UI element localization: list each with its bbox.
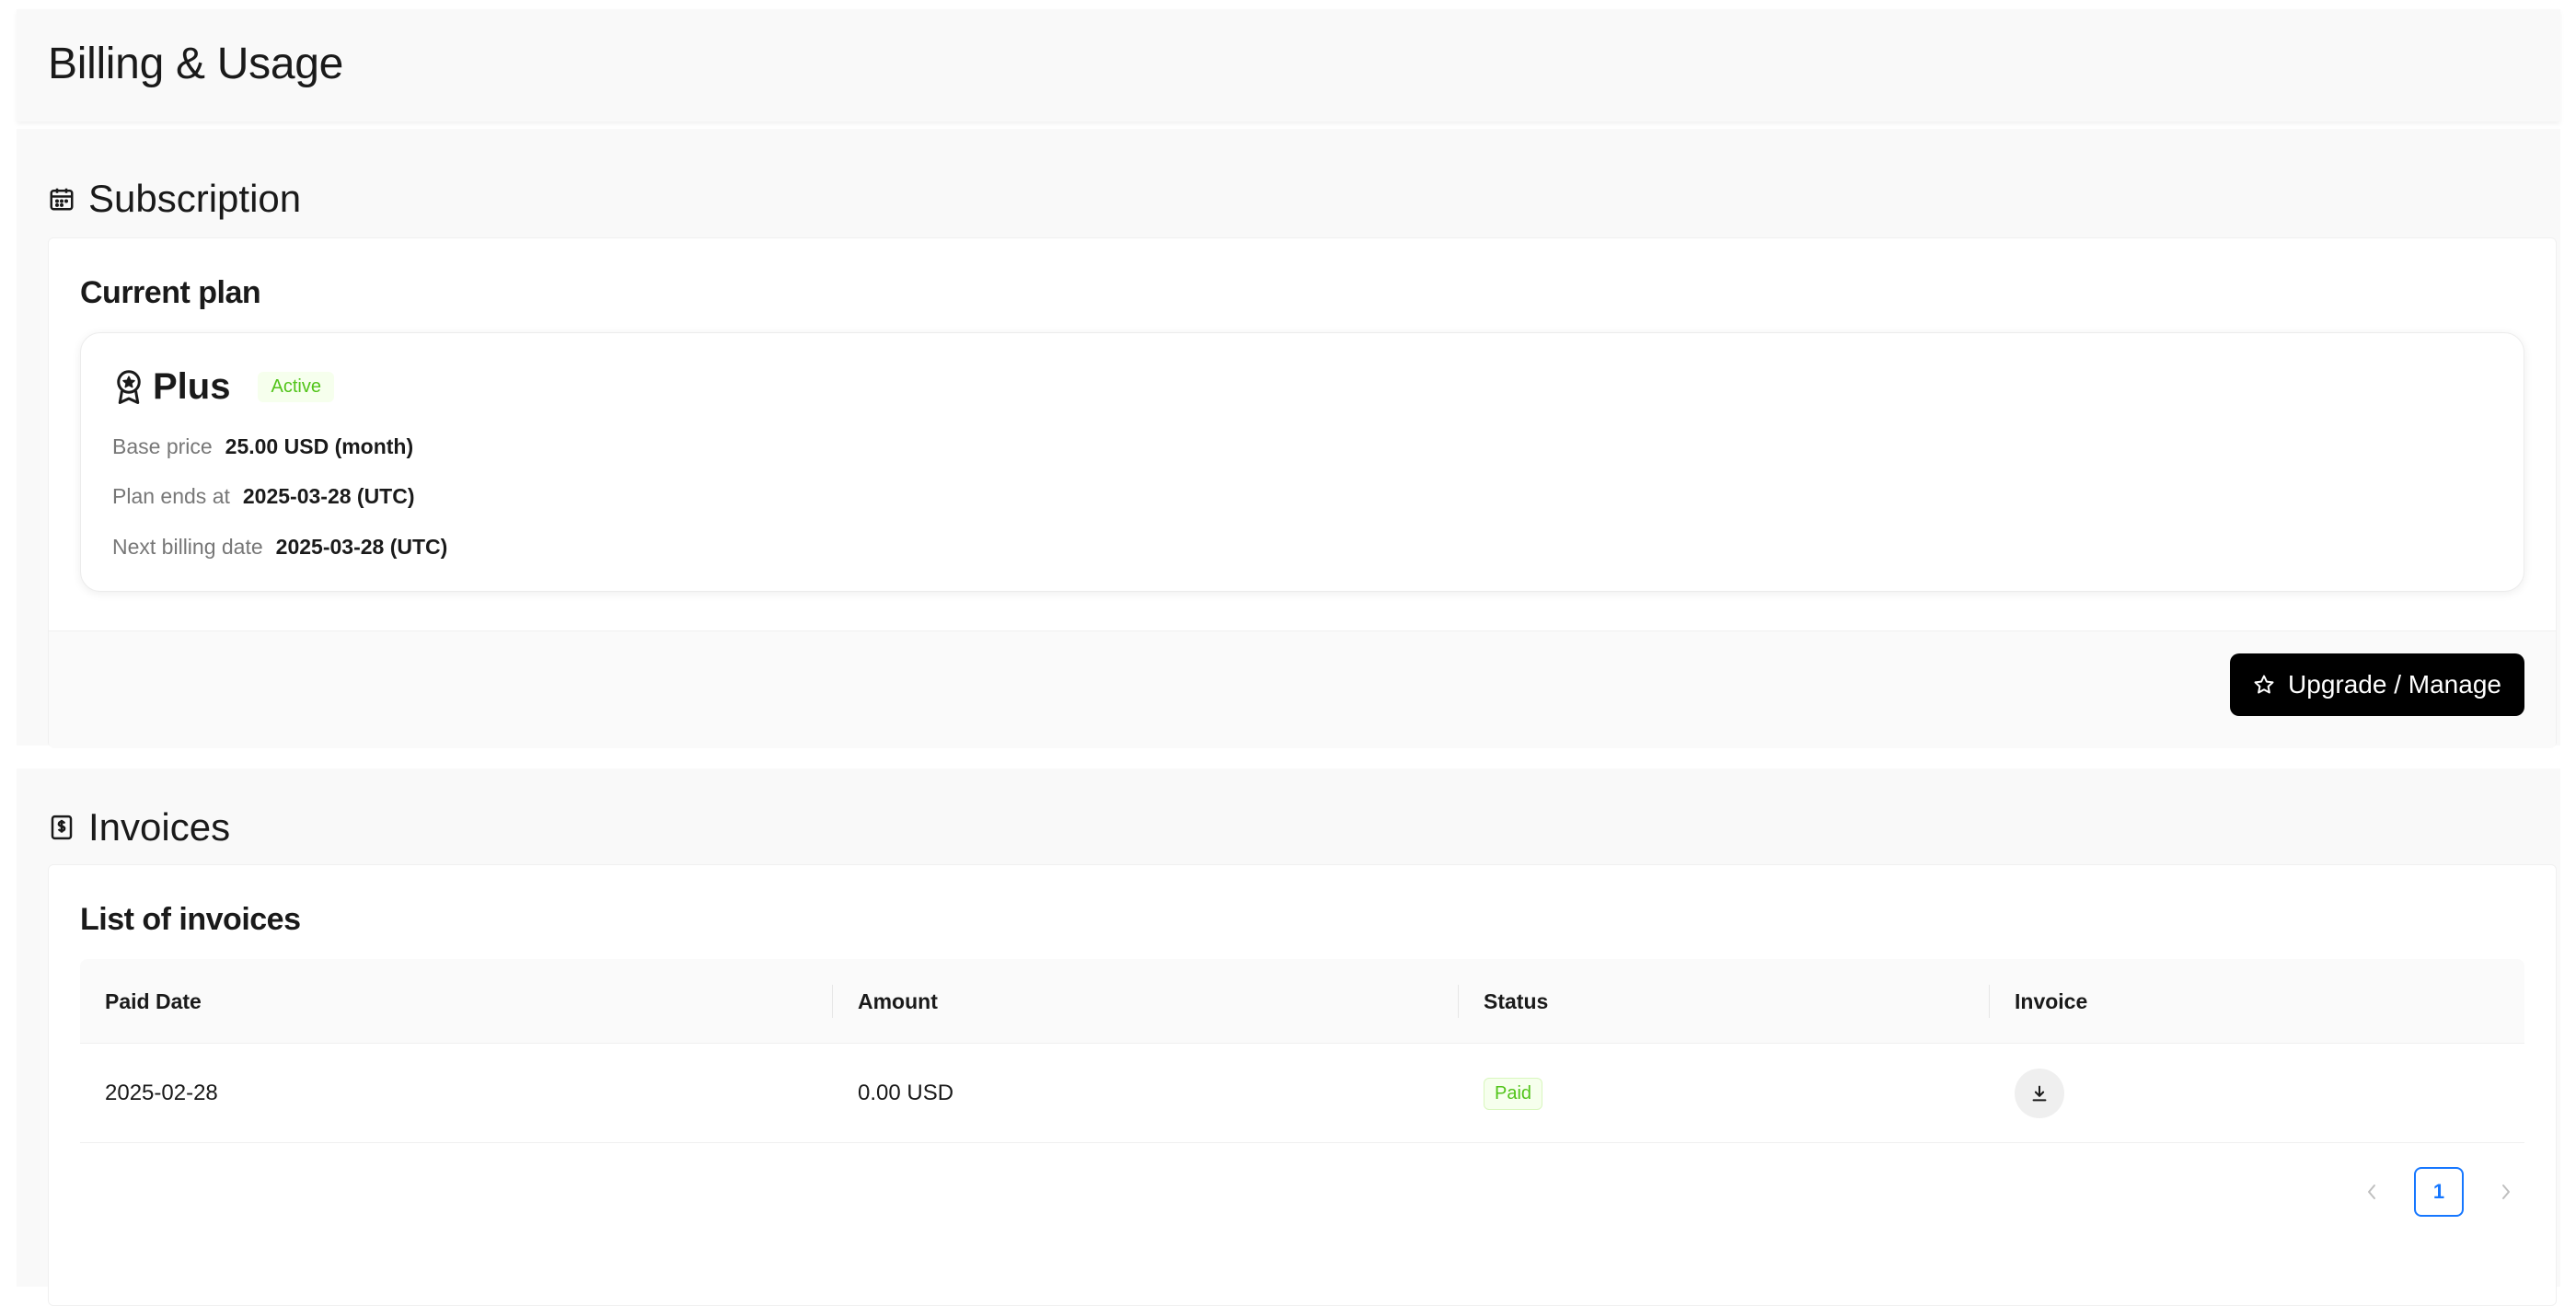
col-paid-date: Paid Date: [105, 988, 202, 1013]
invoices-list-title: List of invoices: [80, 902, 301, 937]
subscription-title: Subscription: [88, 177, 302, 220]
plan-box: Plus Active Base price 25.00 USD (month)…: [80, 332, 2524, 592]
table-row: 2025-02-28 0.00 USD Paid: [80, 1044, 2524, 1143]
current-plan-card: Current plan Plus Active Base price 25.0…: [48, 237, 2557, 748]
plan-ends-label: Plan ends at: [112, 484, 230, 508]
plan-status-badge: Active: [258, 372, 334, 402]
upgrade-manage-button[interactable]: Upgrade / Manage: [2230, 653, 2524, 716]
subscription-section: Subscription Current plan Plus Active Ba…: [17, 129, 2560, 748]
download-invoice-button[interactable]: [2015, 1069, 2064, 1118]
invoices-title: Invoices: [88, 805, 231, 849]
cell-amount: 0.00 USD: [858, 1081, 954, 1105]
table-header: Paid Date Amount Status Invoice: [80, 959, 2524, 1044]
plan-name: Plus: [153, 366, 231, 407]
base-price-value: 25.00 USD (month): [225, 434, 414, 458]
chevron-left-icon: [2365, 1183, 2378, 1201]
plan-name-row: Plus Active: [112, 366, 334, 408]
cell-invoice: [1990, 1044, 2064, 1143]
next-billing-label: Next billing date: [112, 535, 263, 559]
base-price-label: Base price: [112, 434, 213, 458]
award-icon: [112, 369, 153, 406]
plan-ends-row: Plan ends at 2025-03-28 (UTC): [112, 484, 415, 509]
col-invoice: Invoice: [2015, 988, 2088, 1013]
upgrade-manage-label: Upgrade / Manage: [2288, 670, 2501, 699]
cell-paid-date: 2025-02-28: [105, 1081, 218, 1105]
next-billing-row: Next billing date 2025-03-28 (UTC): [112, 535, 447, 560]
star-icon: [2253, 674, 2275, 696]
status-badge: Paid: [1484, 1077, 1543, 1110]
chevron-right-icon: [2500, 1183, 2512, 1201]
receipt-icon: [48, 814, 75, 841]
pagination-prev[interactable]: [2353, 1167, 2390, 1217]
pagination-page-1[interactable]: 1: [2414, 1167, 2464, 1217]
plan-card-footer: Upgrade / Manage: [49, 630, 2556, 748]
pagination-next[interactable]: [2488, 1167, 2524, 1217]
cell-status: Paid: [1459, 1044, 1543, 1143]
invoices-header: Invoices: [48, 805, 230, 849]
page-title: Billing & Usage: [48, 40, 344, 88]
base-price-row: Base price 25.00 USD (month): [112, 434, 413, 459]
calendar-icon: [48, 185, 75, 213]
current-plan-title: Current plan: [80, 275, 261, 310]
invoices-table: Paid Date Amount Status Invoice 2025-02-…: [80, 959, 2524, 1217]
page-header: Billing & Usage: [17, 9, 2560, 121]
col-amount: Amount: [858, 988, 938, 1013]
plan-ends-value: 2025-03-28 (UTC): [242, 484, 415, 508]
invoices-card: List of invoices Paid Date Amount Status…: [48, 864, 2557, 1306]
invoices-section: Invoices List of invoices Paid Date Amou…: [17, 769, 2560, 1306]
next-billing-value: 2025-03-28 (UTC): [275, 535, 448, 559]
pagination: 1: [2353, 1167, 2524, 1217]
col-status: Status: [1484, 988, 1549, 1013]
download-icon: [2029, 1083, 2050, 1104]
subscription-header: Subscription: [48, 177, 301, 221]
